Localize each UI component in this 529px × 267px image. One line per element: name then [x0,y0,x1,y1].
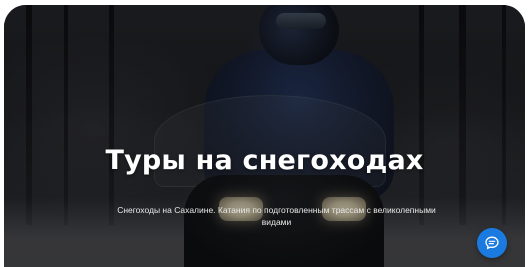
chat-widget-button[interactable] [477,228,507,258]
hero-title: Туры на снегоходах [105,145,424,176]
hero-subtitle: Снегоходы на Сахалине. Катания по подгот… [117,205,436,227]
chat-bubble-icon [485,236,499,250]
hero-section: Туры на снегоходах Снегоходы на Сахалине… [4,5,525,267]
